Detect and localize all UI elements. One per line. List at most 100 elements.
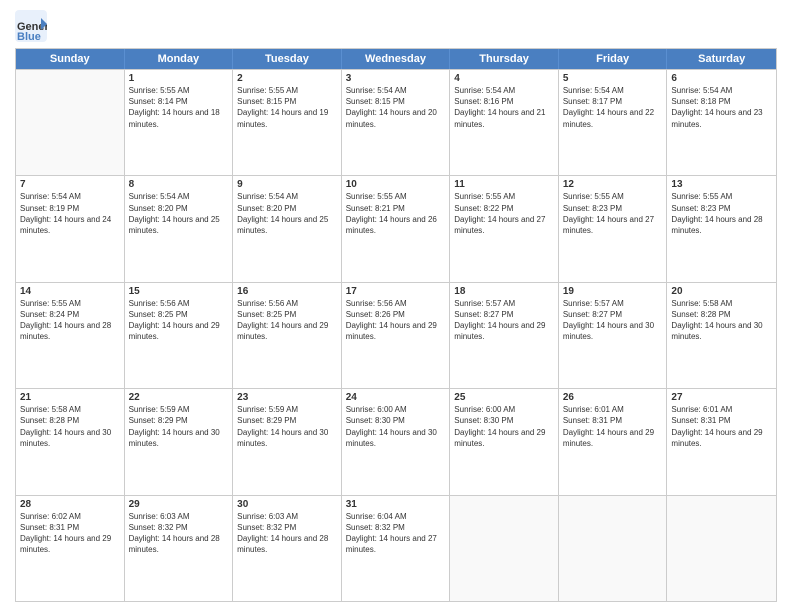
- day-info: Sunrise: 5:56 AM Sunset: 8:26 PM Dayligh…: [346, 298, 446, 343]
- day-number: 16: [237, 286, 337, 297]
- header-day-wednesday: Wednesday: [342, 49, 451, 69]
- header-day-monday: Monday: [125, 49, 234, 69]
- calendar-row-1: 7Sunrise: 5:54 AM Sunset: 8:19 PM Daylig…: [16, 175, 776, 281]
- header-day-tuesday: Tuesday: [233, 49, 342, 69]
- header-day-saturday: Saturday: [667, 49, 776, 69]
- day-info: Sunrise: 5:54 AM Sunset: 8:17 PM Dayligh…: [563, 85, 663, 130]
- day-info: Sunrise: 6:01 AM Sunset: 8:31 PM Dayligh…: [563, 404, 663, 449]
- day-info: Sunrise: 5:55 AM Sunset: 8:23 PM Dayligh…: [671, 191, 772, 236]
- day-number: 14: [20, 286, 120, 297]
- calendar-header: SundayMondayTuesdayWednesdayThursdayFrid…: [16, 49, 776, 69]
- day-info: Sunrise: 5:55 AM Sunset: 8:21 PM Dayligh…: [346, 191, 446, 236]
- calendar-cell: 10Sunrise: 5:55 AM Sunset: 8:21 PM Dayli…: [342, 176, 451, 281]
- day-number: 19: [563, 286, 663, 297]
- calendar-cell: [450, 496, 559, 601]
- day-number: 18: [454, 286, 554, 297]
- calendar-cell: 24Sunrise: 6:00 AM Sunset: 8:30 PM Dayli…: [342, 389, 451, 494]
- day-info: Sunrise: 5:54 AM Sunset: 8:20 PM Dayligh…: [129, 191, 229, 236]
- calendar-cell: 19Sunrise: 5:57 AM Sunset: 8:27 PM Dayli…: [559, 283, 668, 388]
- day-info: Sunrise: 5:54 AM Sunset: 8:18 PM Dayligh…: [671, 85, 772, 130]
- calendar-cell: 22Sunrise: 5:59 AM Sunset: 8:29 PM Dayli…: [125, 389, 234, 494]
- day-info: Sunrise: 5:54 AM Sunset: 8:16 PM Dayligh…: [454, 85, 554, 130]
- day-info: Sunrise: 6:04 AM Sunset: 8:32 PM Dayligh…: [346, 511, 446, 556]
- page: General Blue SundayMondayTuesdayWednesda…: [0, 0, 792, 612]
- calendar-cell: 31Sunrise: 6:04 AM Sunset: 8:32 PM Dayli…: [342, 496, 451, 601]
- day-info: Sunrise: 6:03 AM Sunset: 8:32 PM Dayligh…: [129, 511, 229, 556]
- day-info: Sunrise: 5:55 AM Sunset: 8:15 PM Dayligh…: [237, 85, 337, 130]
- calendar-cell: 2Sunrise: 5:55 AM Sunset: 8:15 PM Daylig…: [233, 70, 342, 175]
- day-info: Sunrise: 5:59 AM Sunset: 8:29 PM Dayligh…: [237, 404, 337, 449]
- day-info: Sunrise: 5:56 AM Sunset: 8:25 PM Dayligh…: [129, 298, 229, 343]
- svg-text:Blue: Blue: [17, 31, 41, 42]
- day-number: 26: [563, 392, 663, 403]
- calendar-cell: [16, 70, 125, 175]
- calendar-body: 1Sunrise: 5:55 AM Sunset: 8:14 PM Daylig…: [16, 69, 776, 601]
- calendar-cell: 20Sunrise: 5:58 AM Sunset: 8:28 PM Dayli…: [667, 283, 776, 388]
- calendar-cell: 18Sunrise: 5:57 AM Sunset: 8:27 PM Dayli…: [450, 283, 559, 388]
- header-day-sunday: Sunday: [16, 49, 125, 69]
- header-day-thursday: Thursday: [450, 49, 559, 69]
- calendar-cell: 21Sunrise: 5:58 AM Sunset: 8:28 PM Dayli…: [16, 389, 125, 494]
- day-number: 28: [20, 499, 120, 510]
- day-number: 23: [237, 392, 337, 403]
- calendar-cell: [559, 496, 668, 601]
- day-info: Sunrise: 6:02 AM Sunset: 8:31 PM Dayligh…: [20, 511, 120, 556]
- calendar-cell: 15Sunrise: 5:56 AM Sunset: 8:25 PM Dayli…: [125, 283, 234, 388]
- day-info: Sunrise: 5:54 AM Sunset: 8:20 PM Dayligh…: [237, 191, 337, 236]
- day-info: Sunrise: 5:55 AM Sunset: 8:24 PM Dayligh…: [20, 298, 120, 343]
- day-info: Sunrise: 5:58 AM Sunset: 8:28 PM Dayligh…: [20, 404, 120, 449]
- day-number: 21: [20, 392, 120, 403]
- day-number: 8: [129, 179, 229, 190]
- day-info: Sunrise: 6:03 AM Sunset: 8:32 PM Dayligh…: [237, 511, 337, 556]
- day-number: 30: [237, 499, 337, 510]
- day-info: Sunrise: 5:56 AM Sunset: 8:25 PM Dayligh…: [237, 298, 337, 343]
- calendar-cell: 29Sunrise: 6:03 AM Sunset: 8:32 PM Dayli…: [125, 496, 234, 601]
- calendar-cell: 7Sunrise: 5:54 AM Sunset: 8:19 PM Daylig…: [16, 176, 125, 281]
- day-number: 7: [20, 179, 120, 190]
- day-info: Sunrise: 5:57 AM Sunset: 8:27 PM Dayligh…: [454, 298, 554, 343]
- calendar-cell: 17Sunrise: 5:56 AM Sunset: 8:26 PM Dayli…: [342, 283, 451, 388]
- calendar-row-3: 21Sunrise: 5:58 AM Sunset: 8:28 PM Dayli…: [16, 388, 776, 494]
- calendar-cell: 30Sunrise: 6:03 AM Sunset: 8:32 PM Dayli…: [233, 496, 342, 601]
- day-number: 29: [129, 499, 229, 510]
- calendar-cell: 23Sunrise: 5:59 AM Sunset: 8:29 PM Dayli…: [233, 389, 342, 494]
- day-number: 10: [346, 179, 446, 190]
- calendar-row-0: 1Sunrise: 5:55 AM Sunset: 8:14 PM Daylig…: [16, 69, 776, 175]
- calendar-cell: 27Sunrise: 6:01 AM Sunset: 8:31 PM Dayli…: [667, 389, 776, 494]
- calendar-cell: 8Sunrise: 5:54 AM Sunset: 8:20 PM Daylig…: [125, 176, 234, 281]
- day-info: Sunrise: 6:01 AM Sunset: 8:31 PM Dayligh…: [671, 404, 772, 449]
- day-info: Sunrise: 5:58 AM Sunset: 8:28 PM Dayligh…: [671, 298, 772, 343]
- day-number: 24: [346, 392, 446, 403]
- day-info: Sunrise: 6:00 AM Sunset: 8:30 PM Dayligh…: [346, 404, 446, 449]
- day-info: Sunrise: 5:54 AM Sunset: 8:19 PM Dayligh…: [20, 191, 120, 236]
- day-number: 12: [563, 179, 663, 190]
- calendar-cell: 4Sunrise: 5:54 AM Sunset: 8:16 PM Daylig…: [450, 70, 559, 175]
- calendar-cell: 1Sunrise: 5:55 AM Sunset: 8:14 PM Daylig…: [125, 70, 234, 175]
- day-info: Sunrise: 5:55 AM Sunset: 8:14 PM Dayligh…: [129, 85, 229, 130]
- day-number: 4: [454, 73, 554, 84]
- calendar-cell: 26Sunrise: 6:01 AM Sunset: 8:31 PM Dayli…: [559, 389, 668, 494]
- day-number: 3: [346, 73, 446, 84]
- calendar: SundayMondayTuesdayWednesdayThursdayFrid…: [15, 48, 777, 602]
- day-info: Sunrise: 5:59 AM Sunset: 8:29 PM Dayligh…: [129, 404, 229, 449]
- header: General Blue: [15, 10, 777, 42]
- calendar-cell: 25Sunrise: 6:00 AM Sunset: 8:30 PM Dayli…: [450, 389, 559, 494]
- calendar-cell: 14Sunrise: 5:55 AM Sunset: 8:24 PM Dayli…: [16, 283, 125, 388]
- calendar-cell: 5Sunrise: 5:54 AM Sunset: 8:17 PM Daylig…: [559, 70, 668, 175]
- calendar-cell: 13Sunrise: 5:55 AM Sunset: 8:23 PM Dayli…: [667, 176, 776, 281]
- day-number: 15: [129, 286, 229, 297]
- day-info: Sunrise: 5:55 AM Sunset: 8:22 PM Dayligh…: [454, 191, 554, 236]
- calendar-cell: 11Sunrise: 5:55 AM Sunset: 8:22 PM Dayli…: [450, 176, 559, 281]
- day-number: 22: [129, 392, 229, 403]
- day-number: 27: [671, 392, 772, 403]
- day-number: 1: [129, 73, 229, 84]
- day-number: 6: [671, 73, 772, 84]
- day-number: 20: [671, 286, 772, 297]
- day-number: 31: [346, 499, 446, 510]
- calendar-cell: 3Sunrise: 5:54 AM Sunset: 8:15 PM Daylig…: [342, 70, 451, 175]
- day-number: 17: [346, 286, 446, 297]
- calendar-cell: 12Sunrise: 5:55 AM Sunset: 8:23 PM Dayli…: [559, 176, 668, 281]
- calendar-cell: 6Sunrise: 5:54 AM Sunset: 8:18 PM Daylig…: [667, 70, 776, 175]
- day-info: Sunrise: 5:57 AM Sunset: 8:27 PM Dayligh…: [563, 298, 663, 343]
- calendar-cell: 9Sunrise: 5:54 AM Sunset: 8:20 PM Daylig…: [233, 176, 342, 281]
